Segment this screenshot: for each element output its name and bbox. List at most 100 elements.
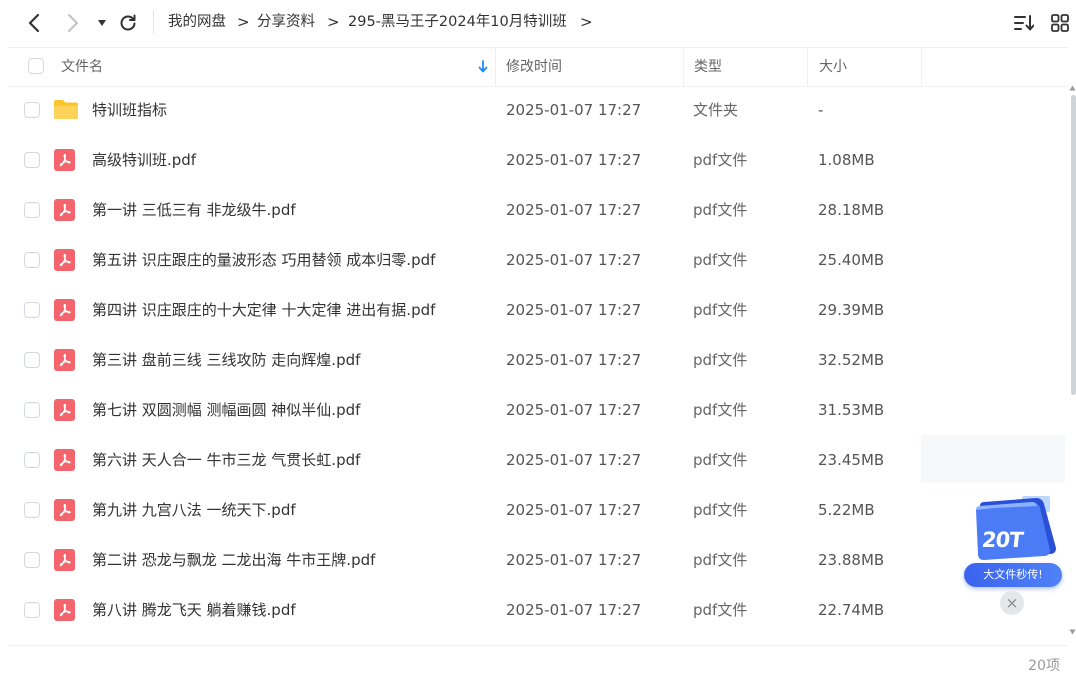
sort-button[interactable]: [1013, 12, 1035, 34]
file-name[interactable]: 第九讲 九宫八法 一统天下.pdf: [92, 485, 296, 535]
row-checkbox[interactable]: [24, 502, 40, 518]
file-size: 29.39MB: [818, 301, 885, 319]
sort-arrow-down-icon[interactable]: [478, 60, 488, 73]
pdf-icon: [54, 149, 75, 171]
table-row[interactable]: 第九讲 九宫八法 一统天下.pdf 2025-01-07 17:27 pdf文件…: [8, 485, 1068, 535]
file-size: 32.52MB: [818, 351, 885, 369]
file-modified: 2025-01-07 17:27: [506, 151, 642, 169]
table-row[interactable]: 第一讲 三低三有 非龙级牛.pdf 2025-01-07 17:27 pdf文件…: [8, 185, 1068, 235]
file-name[interactable]: 第六讲 天人合一 牛市三龙 气贯长虹.pdf: [92, 435, 360, 485]
table-row[interactable]: 第八讲 腾龙飞天 躺着赚钱.pdf 2025-01-07 17:27 pdf文件…: [8, 585, 1068, 635]
file-modified: 2025-01-07 17:27: [506, 301, 642, 319]
pdf-icon: [54, 499, 75, 521]
pdf-icon: [54, 449, 75, 471]
breadcrumb-item-current-folder[interactable]: 295-黑马王子2024年10月特训班: [348, 12, 567, 32]
file-size: 25.40MB: [818, 251, 885, 269]
sort-list-icon: [1014, 15, 1034, 31]
column-header-size[interactable]: 大小: [819, 48, 847, 86]
grid-view-icon: [1051, 14, 1069, 32]
select-all-checkbox[interactable]: [28, 58, 44, 74]
row-checkbox[interactable]: [24, 252, 40, 268]
column-header-type[interactable]: 类型: [694, 48, 722, 86]
file-name[interactable]: 第七讲 双圆测幅 测幅画圆 神似半仙.pdf: [92, 385, 360, 435]
file-modified: 2025-01-07 17:27: [506, 451, 642, 469]
row-checkbox[interactable]: [24, 102, 40, 118]
file-size: 31.53MB: [818, 401, 885, 419]
file-name[interactable]: 高级特训班.pdf: [92, 135, 196, 185]
pdf-icon: [54, 299, 75, 321]
file-name[interactable]: 第三讲 盘前三线 三线攻防 走向辉煌.pdf: [92, 335, 360, 385]
table-row[interactable]: 第二讲 恐龙与飘龙 二龙出海 牛市王牌.pdf 2025-01-07 17:27…: [8, 535, 1068, 585]
promo-label: 大文件秒传!: [983, 568, 1043, 581]
file-type: 文件夹: [693, 101, 739, 119]
file-type: pdf文件: [693, 401, 748, 419]
file-type: pdf文件: [693, 601, 748, 619]
file-type: pdf文件: [693, 201, 748, 219]
file-size: 5.22MB: [818, 501, 875, 519]
file-name[interactable]: 第五讲 识庄跟庄的量波形态 巧用替领 成本归零.pdf: [92, 235, 435, 285]
breadcrumb-separator: >: [580, 13, 593, 31]
file-modified: 2025-01-07 17:27: [506, 201, 642, 219]
table-row[interactable]: 第七讲 双圆测幅 测幅画圆 神似半仙.pdf 2025-01-07 17:27 …: [8, 385, 1068, 435]
file-type: pdf文件: [693, 151, 748, 169]
file-type: pdf文件: [693, 301, 748, 319]
table-row[interactable]: 第三讲 盘前三线 三线攻防 走向辉煌.pdf 2025-01-07 17:27 …: [8, 335, 1068, 385]
row-checkbox[interactable]: [24, 202, 40, 218]
table-row[interactable]: 高级特训班.pdf 2025-01-07 17:27 pdf文件 1.08MB: [8, 135, 1068, 185]
scrollbar-thumb[interactable]: [1071, 95, 1076, 395]
row-checkbox[interactable]: [24, 402, 40, 418]
file-size: 22.74MB: [818, 601, 885, 619]
file-size: 1.08MB: [818, 151, 875, 169]
forward-button[interactable]: [62, 12, 84, 34]
file-type: pdf文件: [693, 351, 748, 369]
row-checkbox[interactable]: [24, 452, 40, 468]
file-type: pdf文件: [693, 501, 748, 519]
file-type: pdf文件: [693, 251, 748, 269]
pdf-icon: [54, 199, 75, 221]
file-modified: 2025-01-07 17:27: [506, 251, 642, 269]
file-modified: 2025-01-07 17:27: [506, 601, 642, 619]
file-name[interactable]: 第四讲 识庄跟庄的十大定律 十大定律 进出有据.pdf: [92, 285, 435, 335]
history-dropdown-button[interactable]: [91, 12, 113, 34]
promo-close-button[interactable]: ×: [1000, 591, 1024, 615]
refresh-icon: [120, 14, 136, 31]
row-checkbox[interactable]: [24, 152, 40, 168]
file-name[interactable]: 特训班指标: [92, 85, 167, 135]
file-modified: 2025-01-07 17:27: [506, 401, 642, 419]
top-toolbar: 我的网盘 > 分享资料 > 295-黑马王子2024年10月特训班 >: [0, 0, 1076, 46]
row-checkbox[interactable]: [24, 602, 40, 618]
file-modified: 2025-01-07 17:27: [506, 551, 642, 569]
promo-widget[interactable]: 20T 大文件秒传!: [962, 492, 1064, 588]
breadcrumb-separator: >: [237, 13, 250, 31]
refresh-button[interactable]: [117, 12, 139, 34]
file-table-header: 文件名 修改时间 类型 大小: [8, 47, 1068, 87]
file-name[interactable]: 第八讲 腾龙飞天 躺着赚钱.pdf: [92, 585, 296, 635]
scroll-up-arrow-icon[interactable]: [1069, 85, 1076, 91]
row-checkbox[interactable]: [24, 352, 40, 368]
column-header-name[interactable]: 文件名: [61, 48, 103, 86]
breadcrumb-item-shared[interactable]: 分享资料: [257, 12, 315, 32]
scroll-down-arrow-icon[interactable]: [1069, 629, 1076, 635]
table-row[interactable]: 特训班指标 2025-01-07 17:27 文件夹 -: [8, 85, 1068, 135]
breadcrumb-separator: >: [327, 13, 340, 31]
column-divider: [921, 48, 922, 86]
back-button[interactable]: [23, 12, 45, 34]
close-icon: ×: [1005, 594, 1019, 612]
table-row[interactable]: 第六讲 天人合一 牛市三龙 气贯长虹.pdf 2025-01-07 17:27 …: [8, 435, 1068, 485]
breadcrumb-item-my-drive[interactable]: 我的网盘: [168, 12, 226, 32]
pdf-icon: [54, 349, 75, 371]
row-checkbox[interactable]: [24, 302, 40, 318]
table-row[interactable]: 第五讲 识庄跟庄的量波形态 巧用替领 成本归零.pdf 2025-01-07 1…: [8, 235, 1068, 285]
file-name[interactable]: 第一讲 三低三有 非龙级牛.pdf: [92, 185, 296, 235]
row-checkbox[interactable]: [24, 552, 40, 568]
file-size: 23.88MB: [818, 551, 885, 569]
grid-view-button[interactable]: [1049, 12, 1071, 34]
file-modified: 2025-01-07 17:27: [506, 351, 642, 369]
file-name[interactable]: 第二讲 恐龙与飘龙 二龙出海 牛市王牌.pdf: [92, 535, 375, 585]
column-divider: [495, 48, 496, 86]
pdf-icon: [54, 599, 75, 621]
table-row[interactable]: 第四讲 识庄跟庄的十大定律 十大定律 进出有据.pdf 2025-01-07 1…: [8, 285, 1068, 335]
column-header-modified[interactable]: 修改时间: [506, 48, 562, 86]
column-divider: [683, 48, 684, 86]
promo-label-pill[interactable]: 大文件秒传!: [964, 563, 1062, 587]
